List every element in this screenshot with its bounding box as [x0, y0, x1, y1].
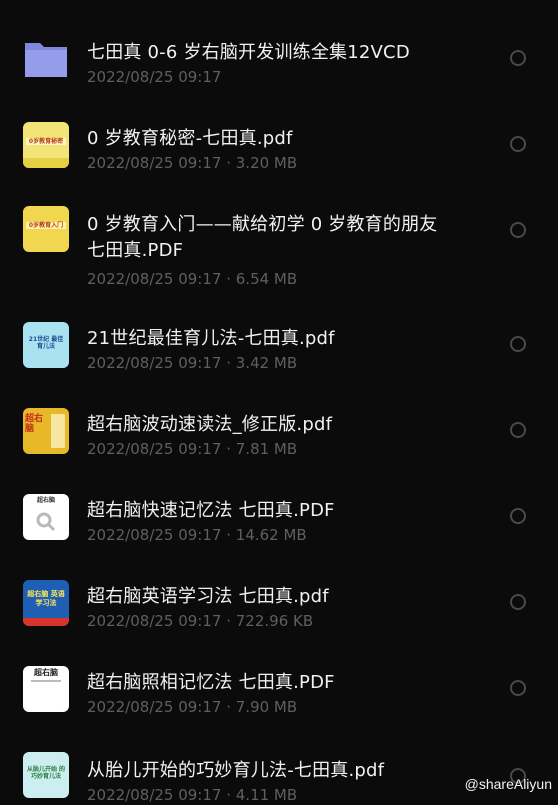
file-size: 3.42 MB: [235, 354, 298, 372]
book-cover-thumbnail: 超右脑 英语学习法: [23, 580, 69, 626]
meta-separator: ·: [221, 612, 236, 630]
book-cover-thumbnail: 0岁教育入门: [23, 206, 69, 252]
list-item-folder[interactable]: 七田真 0-6 岁右脑开发训练全集12VCD 2022/08/25 09:17: [0, 0, 558, 108]
meta-separator: ·: [221, 154, 236, 172]
file-name: 七田真 0-6 岁右脑开发训练全集12VCD: [87, 42, 410, 63]
file-meta: 2022/08/25 09:17 · 6.54 MB: [87, 269, 297, 289]
meta-separator: ·: [221, 440, 236, 458]
file-meta: 2022/08/25 09:17 · 4.11 MB: [87, 785, 297, 805]
file-name: 0 岁教育入门——献给初学 0 岁教育的朋友 七田真.PDF: [87, 214, 438, 261]
magnifier-icon: [36, 512, 56, 532]
book-cover-thumbnail: 超右脑: [23, 494, 69, 540]
file-date: 2022/08/25 09:17: [87, 698, 222, 716]
list-item-file[interactable]: 0岁教育入门 0 岁教育入门——献给初学 0 岁教育的朋友 七田真.PDF 20…: [0, 194, 558, 308]
select-radio[interactable]: [510, 50, 526, 66]
file-meta: 2022/08/25 09:17 · 7.81 MB: [87, 439, 297, 459]
select-radio[interactable]: [510, 136, 526, 152]
meta-separator: ·: [221, 270, 236, 288]
cover-title: 0岁教育入门: [26, 222, 66, 229]
meta-separator: ·: [221, 698, 236, 716]
file-meta: 2022/08/25 09:17 · 3.20 MB: [87, 153, 297, 173]
file-size: 4.11 MB: [235, 786, 298, 804]
file-date: 2022/08/25 09:17: [87, 68, 222, 86]
select-radio[interactable]: [510, 422, 526, 438]
file-meta: 2022/08/25 09:17 · 722.96 KB: [87, 611, 313, 631]
file-date: 2022/08/25 09:17: [87, 354, 222, 372]
list-item-file[interactable]: 超右脑 超右脑快速记忆法 七田真.PDF 2022/08/25 09:17 · …: [0, 480, 558, 566]
list-item-file[interactable]: 超右脑 超右脑照相记忆法 七田真.PDF 2022/08/25 09:17 · …: [0, 652, 558, 738]
book-cover-thumbnail: 超右脑: [23, 408, 69, 454]
cover-title: 超右脑 英语学习法: [27, 590, 65, 607]
meta-separator: ·: [221, 786, 236, 804]
file-size: 7.90 MB: [235, 698, 298, 716]
folder-icon: [23, 35, 69, 81]
cover-title: 超右脑: [25, 414, 44, 434]
file-date: 2022/08/25 09:17: [87, 786, 222, 804]
file-size: 6.54 MB: [235, 270, 298, 288]
file-date: 2022/08/25 09:17: [87, 154, 222, 172]
select-radio[interactable]: [510, 680, 526, 696]
select-radio[interactable]: [510, 222, 526, 238]
select-radio[interactable]: [510, 336, 526, 352]
cover-title: 从胎儿开始 的巧妙育儿法: [26, 766, 66, 780]
file-size: 722.96 KB: [235, 612, 314, 630]
file-name: 超右脑快速记忆法 七田真.PDF: [87, 500, 335, 521]
file-size: 14.62 MB: [235, 526, 307, 544]
meta-separator: ·: [221, 354, 236, 372]
book-cover-thumbnail: 超右脑: [23, 666, 69, 712]
file-name: 从胎儿开始的巧妙育儿法-七田真.pdf: [87, 760, 385, 781]
file-name: 超右脑照相记忆法 七田真.PDF: [87, 672, 335, 693]
meta-separator: ·: [221, 526, 236, 544]
book-cover-thumbnail: 21世纪 最佳育儿法: [23, 322, 69, 368]
file-date: 2022/08/25 09:17: [87, 270, 222, 288]
watermark-text: @shareAliyun: [464, 776, 552, 792]
file-name: 超右脑波动速读法_修正版.pdf: [87, 414, 333, 435]
list-item-file[interactable]: 0岁教育秘密 0 岁教育秘密-七田真.pdf 2022/08/25 09:17 …: [0, 108, 558, 194]
file-date: 2022/08/25 09:17: [87, 612, 222, 630]
file-date: 2022/08/25 09:17: [87, 526, 222, 544]
cover-title: 超右脑: [34, 668, 58, 677]
cover-title: 21世纪 最佳育儿法: [28, 336, 64, 350]
file-meta: 2022/08/25 09:17 · 7.90 MB: [87, 697, 297, 717]
list-item-file[interactable]: 超右脑 英语学习法 超右脑英语学习法 七田真.pdf 2022/08/25 09…: [0, 566, 558, 652]
file-name: 21世纪最佳育儿法-七田真.pdf: [87, 328, 335, 349]
file-size: 3.20 MB: [235, 154, 298, 172]
list-item-file[interactable]: 21世纪 最佳育儿法 21世纪最佳育儿法-七田真.pdf 2022/08/25 …: [0, 308, 558, 394]
book-cover-thumbnail: 0岁教育秘密: [23, 122, 69, 168]
file-date: 2022/08/25 09:17: [87, 440, 222, 458]
file-meta: 2022/08/25 09:17 · 14.62 MB: [87, 525, 307, 545]
select-radio[interactable]: [510, 508, 526, 524]
cover-title: 0岁教育秘密: [26, 138, 66, 145]
select-radio[interactable]: [510, 594, 526, 610]
file-meta: 2022/08/25 09:17 · 3.42 MB: [87, 353, 297, 373]
book-cover-thumbnail: 从胎儿开始 的巧妙育儿法: [23, 752, 69, 798]
file-size: 7.81 MB: [235, 440, 298, 458]
file-name: 0 岁教育秘密-七田真.pdf: [87, 128, 293, 149]
list-item-file[interactable]: 超右脑 超右脑波动速读法_修正版.pdf 2022/08/25 09:17 · …: [0, 394, 558, 480]
file-meta: 2022/08/25 09:17: [87, 67, 221, 87]
file-name: 超右脑英语学习法 七田真.pdf: [87, 586, 329, 607]
